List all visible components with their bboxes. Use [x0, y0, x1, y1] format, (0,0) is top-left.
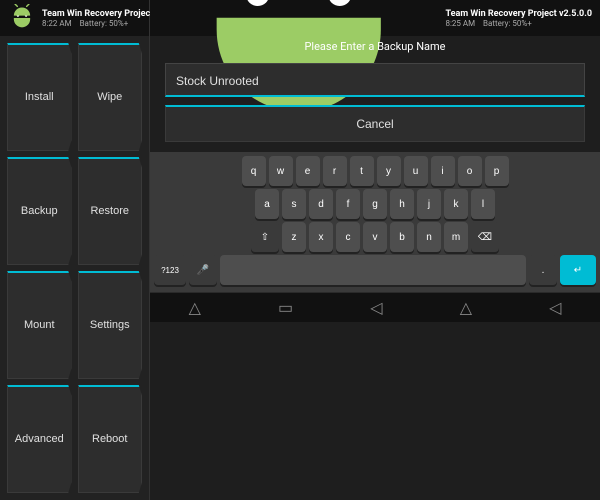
right-panel: Team Win Recovery Project v2.5.0.0 8:25 …: [150, 0, 600, 500]
key-k[interactable]: k: [444, 189, 468, 219]
key-f[interactable]: f: [336, 189, 360, 219]
key-r[interactable]: r: [323, 156, 347, 186]
backup-prompt: Please Enter a Backup Name: [150, 36, 600, 53]
return-key[interactable]: ↵: [560, 255, 596, 285]
restore-button[interactable]: Restore: [78, 157, 143, 265]
left-status-bar: Team Win Recovery Project v2.5.0.0 8:22 …: [0, 0, 149, 36]
keyboard-row-3: ⇧ z x c v b n m ⌫: [154, 222, 596, 252]
key-c[interactable]: c: [336, 222, 360, 252]
advanced-button[interactable]: Advanced: [7, 385, 72, 493]
backup-button[interactable]: Backup: [7, 157, 72, 265]
backspace-key[interactable]: ⌫: [471, 222, 499, 252]
key-q[interactable]: q: [242, 156, 266, 186]
nav-grid: Install Wipe Backup Restore Mount Settin…: [0, 36, 149, 500]
key-m[interactable]: m: [444, 222, 468, 252]
key-e[interactable]: e: [296, 156, 320, 186]
right-status-info: Team Win Recovery Project v2.5.0.0 8:25 …: [445, 9, 592, 28]
key-h[interactable]: h: [390, 189, 414, 219]
key-x[interactable]: x: [309, 222, 333, 252]
key-s[interactable]: s: [282, 189, 306, 219]
home-nav-button[interactable]: △: [181, 294, 209, 322]
space-key[interactable]: [220, 255, 526, 285]
back-nav-button[interactable]: ◁: [362, 294, 390, 322]
keyboard-row-1: q w e r t y u i o p: [154, 156, 596, 186]
bottom-nav-bar: △ ▭ ◁ △ ◁: [150, 292, 600, 322]
keyboard: q w e r t y u i o p a s d f g h j k: [150, 152, 600, 292]
mount-button[interactable]: Mount: [7, 271, 72, 379]
android-logo-left: [8, 4, 36, 32]
key-d[interactable]: d: [309, 189, 333, 219]
key-j[interactable]: j: [417, 189, 441, 219]
right-app-title: Team Win Recovery Project v2.5.0.0: [445, 9, 592, 19]
right-status-bar: Team Win Recovery Project v2.5.0.0 8:25 …: [150, 0, 600, 36]
key-w[interactable]: w: [269, 156, 293, 186]
symbols-key[interactable]: ?123: [154, 255, 186, 285]
key-n[interactable]: n: [417, 222, 441, 252]
backup-name-input[interactable]: [176, 74, 574, 88]
key-y[interactable]: y: [377, 156, 401, 186]
key-z[interactable]: z: [282, 222, 306, 252]
keyboard-row-2: a s d f g h j k l: [154, 189, 596, 219]
mic-key[interactable]: 🎤: [189, 255, 217, 285]
key-p[interactable]: p: [485, 156, 509, 186]
key-o[interactable]: o: [458, 156, 482, 186]
key-a[interactable]: a: [255, 189, 279, 219]
reboot-button[interactable]: Reboot: [78, 385, 143, 493]
key-v[interactable]: v: [363, 222, 387, 252]
wipe-button[interactable]: Wipe: [78, 43, 143, 151]
key-i[interactable]: i: [431, 156, 455, 186]
home-nav-button-2[interactable]: △: [452, 294, 480, 322]
period-key[interactable]: .: [529, 255, 557, 285]
backup-area: Cancel: [150, 53, 600, 152]
key-b[interactable]: b: [390, 222, 414, 252]
left-panel: Team Win Recovery Project v2.5.0.0 8:22 …: [0, 0, 150, 500]
settings-button[interactable]: Settings: [78, 271, 143, 379]
right-status-detail: 8:25 AM Battery: 50%+: [445, 19, 592, 28]
backup-input-container[interactable]: [165, 63, 585, 97]
key-t[interactable]: t: [350, 156, 374, 186]
shift-key[interactable]: ⇧: [251, 222, 279, 252]
recents-nav-button[interactable]: ▭: [270, 294, 301, 322]
back-nav-button-2[interactable]: ◁: [541, 294, 569, 322]
key-u[interactable]: u: [404, 156, 428, 186]
key-l[interactable]: l: [471, 189, 495, 219]
cancel-button[interactable]: Cancel: [165, 105, 585, 142]
key-g[interactable]: g: [363, 189, 387, 219]
install-button[interactable]: Install: [7, 43, 72, 151]
keyboard-row-4: ?123 🎤 . ↵: [154, 255, 596, 285]
